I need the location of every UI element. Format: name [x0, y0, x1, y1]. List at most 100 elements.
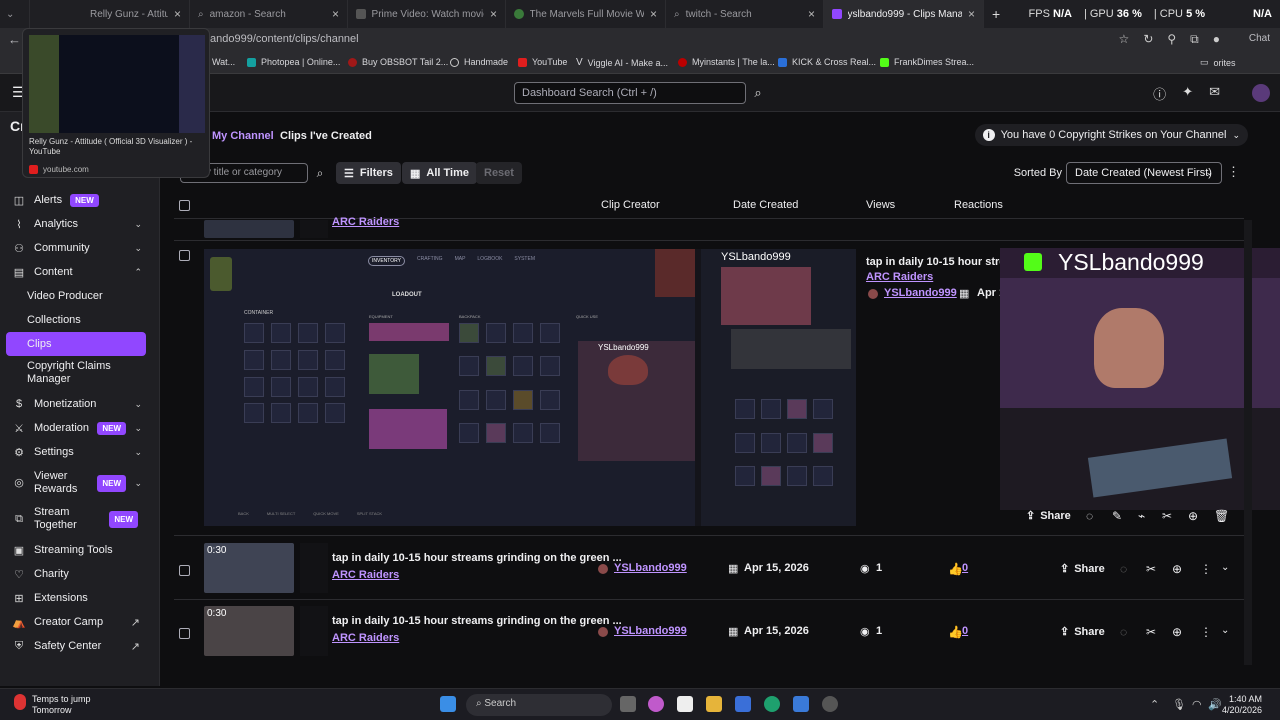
- thumbs-up-icon[interactable]: 👍: [948, 562, 963, 576]
- sidebar-item-streaming-tools[interactable]: ▣ Streaming Tools: [0, 538, 150, 562]
- tab-clips-created[interactable]: Clips I've Created: [280, 130, 372, 142]
- sidebar-item-video-producer[interactable]: Video Producer: [0, 284, 150, 308]
- system-clock[interactable]: 1:40 AM 4/20/2026: [1222, 694, 1262, 716]
- browser-tab-marvels[interactable]: The Marvels Full Movie Watch On ×: [506, 0, 666, 28]
- search-icon[interactable]: ⌕: [748, 82, 768, 104]
- sidebar-item-creator-camp[interactable]: ⛺ Creator Camp ↗: [0, 610, 150, 634]
- chevron-down-icon[interactable]: ⌄: [1221, 625, 1229, 636]
- sidebar-item-monetization[interactable]: $ Monetization ⌄: [0, 392, 150, 416]
- sidebar-item-copyright-claims[interactable]: Copyright Claims Manager: [0, 358, 150, 388]
- add-icon[interactable]: ⊕: [1188, 509, 1198, 523]
- select-all-checkbox[interactable]: [179, 200, 190, 211]
- sidebar-item-extensions[interactable]: ⊞ Extensions: [0, 586, 150, 610]
- reset-button[interactable]: Reset: [476, 162, 522, 184]
- close-icon[interactable]: ×: [650, 7, 657, 21]
- more-options-icon[interactable]: ⋮: [1200, 625, 1212, 639]
- sidebar-item-viewer-rewards[interactable]: ◎ Viewer Rewards NEW ⌄: [0, 468, 150, 498]
- sidebar-item-analytics[interactable]: ⌇ Analytics ⌄: [0, 212, 150, 236]
- scissors-icon[interactable]: ✂: [1146, 625, 1156, 639]
- close-icon[interactable]: ×: [490, 7, 497, 21]
- clip-preview-player[interactable]: INVENTORY CRAFTING MAP LOGBOOK SYSTEM LO…: [204, 249, 856, 526]
- browser-tab-clips-manager[interactable]: yslbando999 - Clips Manager - Tw ×: [824, 0, 984, 28]
- loop-icon[interactable]: ◌: [1120, 562, 1127, 576]
- app-icon[interactable]: [677, 696, 693, 712]
- clip-likes[interactable]: 0: [962, 625, 968, 637]
- store-icon[interactable]: [735, 696, 751, 712]
- all-time-button[interactable]: ▦ All Time: [402, 162, 477, 184]
- favorites-folder[interactable]: ▭ orites: [1200, 57, 1236, 68]
- sidebar-item-content[interactable]: ▤ Content ⌃: [0, 260, 150, 284]
- tab-list-button[interactable]: ⌄: [0, 0, 30, 28]
- volume-icon[interactable]: 🔊: [1208, 698, 1222, 711]
- copilot-icon[interactable]: [648, 696, 664, 712]
- close-icon[interactable]: ×: [968, 7, 975, 21]
- close-icon[interactable]: ×: [174, 7, 181, 21]
- copyright-strikes-banner[interactable]: i You have 0 Copyright Strikes on Your C…: [974, 124, 1248, 146]
- clip-category-link[interactable]: ARC Raiders: [332, 569, 399, 581]
- mail-icon[interactable]: [793, 696, 809, 712]
- scissors-icon[interactable]: ✂: [1146, 562, 1156, 576]
- chat-button[interactable]: Chat: [1249, 33, 1270, 44]
- row-checkbox[interactable]: [179, 628, 190, 639]
- tab-my-channel[interactable]: My Channel: [212, 130, 274, 142]
- browser-tab-prime[interactable]: Prime Video: Watch movies, TV sh ×: [348, 0, 506, 28]
- chevron-down-icon[interactable]: ⌄: [1221, 562, 1229, 573]
- url-field[interactable]: ando999/content/clips/channel: [210, 33, 359, 45]
- share-button[interactable]: ⇪ Share: [1060, 625, 1105, 639]
- tag-icon[interactable]: ⌁: [1138, 509, 1145, 523]
- sidebar-item-collections[interactable]: Collections: [0, 308, 150, 332]
- obs-icon[interactable]: [822, 696, 838, 712]
- file-explorer-icon[interactable]: [706, 696, 722, 712]
- clip-thumbnail[interactable]: 0:30: [204, 543, 294, 593]
- task-view-icon[interactable]: [620, 696, 636, 712]
- chevron-up-icon[interactable]: ⌃: [1150, 698, 1159, 711]
- add-icon[interactable]: ⊕: [1172, 562, 1182, 576]
- dashboard-search-input[interactable]: Dashboard Search (Ctrl + /): [514, 82, 746, 104]
- bookmark-item[interactable]: Buy OBSBOT Tail 2...: [348, 57, 448, 67]
- avatar[interactable]: [1252, 84, 1270, 102]
- taskbar-search[interactable]: ⌕ Search: [466, 694, 612, 716]
- bookmark-item[interactable]: Handmade: [450, 57, 508, 67]
- bookmark-item[interactable]: Photopea | Online...: [247, 57, 340, 67]
- more-options-icon[interactable]: ⋮: [1227, 164, 1240, 180]
- browser-tab-twitch-search[interactable]: ⌕ twitch - Search ×: [666, 0, 824, 28]
- search-icon[interactable]: ⌕: [312, 163, 328, 183]
- scissors-icon[interactable]: ✂: [1162, 509, 1172, 523]
- loop-icon[interactable]: ◌: [1086, 509, 1093, 523]
- close-icon[interactable]: ×: [808, 7, 815, 21]
- clip-title[interactable]: tap in daily 10-15 hour streams grinding…: [332, 552, 622, 564]
- add-icon[interactable]: ⊕: [1172, 625, 1182, 639]
- scrollbar[interactable]: [1244, 220, 1252, 665]
- bookmark-item[interactable]: Myinstants | The la...: [678, 57, 775, 67]
- split-icon[interactable]: ⧉: [1190, 32, 1199, 47]
- clip-creator-link[interactable]: YSLbando999: [614, 625, 687, 637]
- help-icon[interactable]: ⓘ: [1153, 84, 1166, 103]
- clip-category-link[interactable]: ARC Raiders: [866, 271, 933, 283]
- sidebar-item-moderation[interactable]: ⚔ Moderation NEW ⌄: [0, 416, 150, 440]
- thumbs-up-icon[interactable]: 👍: [948, 625, 963, 639]
- bookmark-item[interactable]: FrankDimes Strea...: [880, 57, 974, 67]
- clip-category-link[interactable]: ARC Raiders: [332, 216, 399, 228]
- clip-category-link[interactable]: ARC Raiders: [332, 632, 399, 644]
- mail-icon[interactable]: ✉: [1209, 84, 1220, 103]
- clip-thumbnail[interactable]: [204, 220, 294, 238]
- microphone-icon[interactable]: 🎙: [1172, 698, 1186, 711]
- wifi-icon[interactable]: ◠: [1192, 698, 1202, 711]
- weather-widget[interactable]: Temps to jump Tomorrow: [14, 694, 91, 716]
- loop-icon[interactable]: ◌: [1120, 625, 1127, 639]
- close-icon[interactable]: ×: [332, 7, 339, 21]
- edit-icon[interactable]: ✎: [1112, 509, 1122, 523]
- clip-title[interactable]: tap in daily 10-15 hour streams grinding…: [332, 615, 622, 627]
- share-button[interactable]: ⇪ Share: [1060, 562, 1105, 576]
- clip-video-vertical[interactable]: YSLbando999: [701, 249, 856, 526]
- row-checkbox[interactable]: [179, 250, 190, 261]
- bookmark-item[interactable]: V Viggle AI - Make a...: [576, 57, 668, 68]
- sidebar-item-clips[interactable]: Clips: [6, 332, 146, 356]
- bookmark-item[interactable]: Wat...: [212, 57, 235, 67]
- browser-tab-youtube[interactable]: Relly Gunz - Attitude (Official 3D Visua…: [30, 0, 190, 28]
- sidebar-item-community[interactable]: ⚇ Community ⌄: [0, 236, 150, 260]
- extensions-icon[interactable]: ⚲: [1167, 32, 1176, 47]
- sparkle-icon[interactable]: ✦: [1182, 84, 1193, 103]
- filters-button[interactable]: ☰ Filters: [336, 162, 401, 184]
- new-tab-button[interactable]: +: [984, 0, 1010, 28]
